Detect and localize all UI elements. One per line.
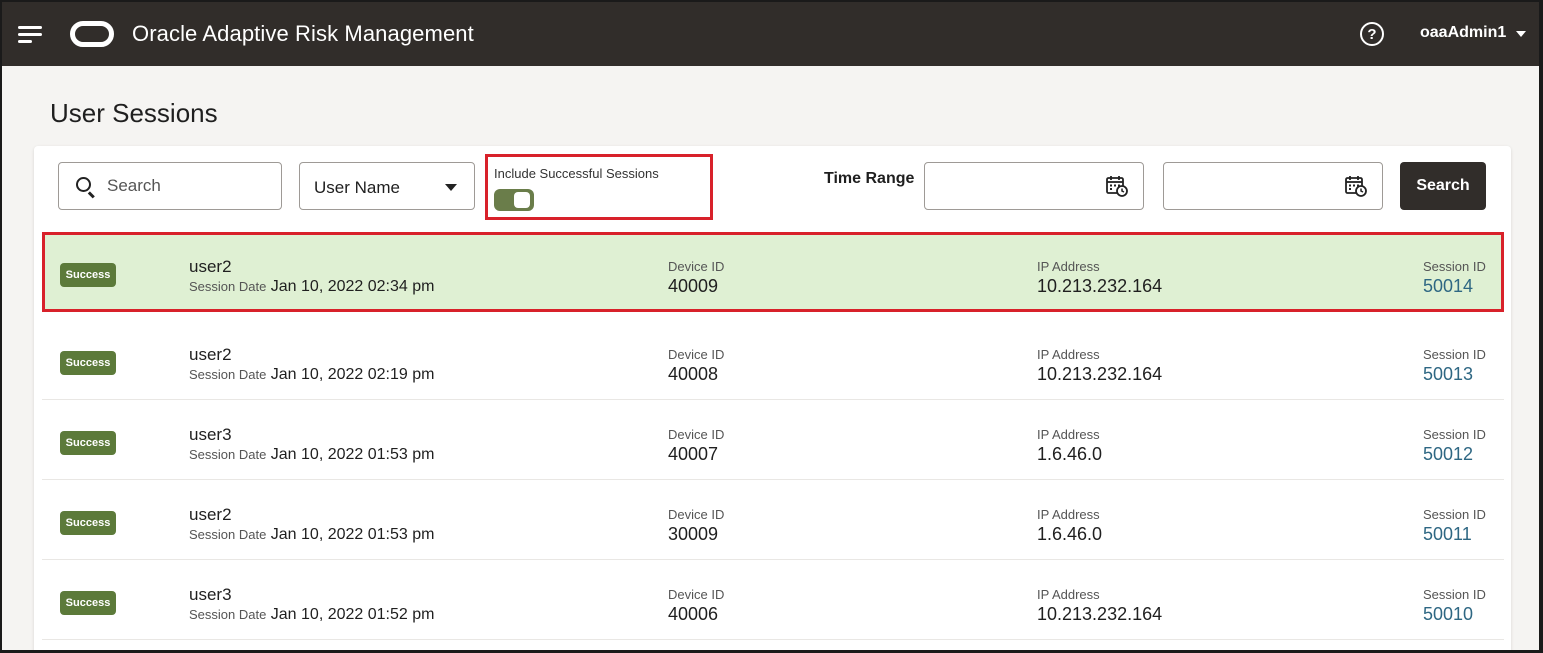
toggle-knob bbox=[514, 192, 530, 208]
status-badge: Success bbox=[60, 263, 116, 287]
ip-address-label: IP Address bbox=[1037, 427, 1100, 442]
ip-address-value: 1.6.46.0 bbox=[1037, 444, 1103, 464]
field-select-value: User Name bbox=[314, 178, 400, 197]
session-date: Session Date Jan 10, 2022 01:52 pm bbox=[189, 606, 434, 624]
user-name: user3 bbox=[189, 425, 232, 444]
toggle-label: Include Successful Sessions bbox=[494, 166, 659, 181]
session-date-value: Jan 10, 2022 02:19 pm bbox=[270, 366, 435, 383]
session-id-link[interactable]: 50014 bbox=[1423, 276, 1473, 297]
calendar-icon[interactable] bbox=[1105, 174, 1129, 198]
search-input[interactable] bbox=[107, 173, 267, 199]
session-date-value: Jan 10, 2022 02:34 pm bbox=[270, 278, 435, 295]
top-bar: Oracle Adaptive Risk Management ? oaaAdm… bbox=[2, 2, 1539, 66]
include-successful-toggle-group: Include Successful Sessions bbox=[485, 154, 713, 220]
time-range-label: Time Range bbox=[824, 170, 915, 187]
session-id-link[interactable]: 50011 bbox=[1423, 524, 1472, 545]
session-id-link[interactable]: 50012 bbox=[1423, 444, 1473, 465]
ip-address-label: IP Address bbox=[1037, 587, 1100, 602]
app-frame: Oracle Adaptive Risk Management ? oaaAdm… bbox=[2, 2, 1539, 650]
ip-address-value: 10.213.232.164 bbox=[1037, 604, 1163, 624]
user-name: user3 bbox=[189, 585, 232, 604]
session-date-label: Session Date bbox=[189, 367, 267, 382]
ip-address-value: 10.213.232.164 bbox=[1037, 276, 1163, 296]
device-id-label: Device ID bbox=[668, 587, 725, 602]
user-name: user2 bbox=[189, 505, 232, 524]
session-date-value: Jan 10, 2022 01:52 pm bbox=[270, 606, 435, 623]
session-date: Session Date Jan 10, 2022 02:19 pm bbox=[189, 366, 434, 384]
session-date-label: Session Date bbox=[189, 607, 267, 622]
user-name: user2 bbox=[189, 345, 232, 364]
session-row[interactable]: Success user3 Session Date Jan 10, 2022 … bbox=[42, 400, 1504, 480]
help-icon[interactable]: ? bbox=[1360, 22, 1384, 46]
session-row[interactable]: Success user2 Session Date Jan 10, 2022 … bbox=[42, 320, 1504, 400]
session-date-label: Session Date bbox=[189, 447, 267, 462]
app-title: Oracle Adaptive Risk Management bbox=[132, 21, 474, 46]
session-row[interactable]: Success user2 Session Date Jan 10, 2022 … bbox=[42, 232, 1504, 312]
user-menu[interactable]: oaaAdmin1 bbox=[1420, 24, 1506, 42]
dropdown-arrow-icon bbox=[445, 184, 457, 191]
from-date-input[interactable] bbox=[924, 162, 1144, 210]
ip-address-label: IP Address bbox=[1037, 347, 1100, 362]
session-id-label: Session ID bbox=[1423, 587, 1486, 602]
calendar-icon[interactable] bbox=[1344, 174, 1368, 198]
ip-address-label: IP Address bbox=[1037, 259, 1100, 274]
device-id-label: Device ID bbox=[668, 507, 725, 522]
device-id-value: 40007 bbox=[668, 444, 719, 464]
hamburger-menu-icon[interactable] bbox=[18, 24, 44, 44]
search-field[interactable] bbox=[58, 162, 282, 210]
status-badge: Success bbox=[60, 431, 116, 455]
status-badge: Success bbox=[60, 511, 116, 535]
session-date: Session Date Jan 10, 2022 01:53 pm bbox=[189, 446, 434, 464]
search-icon bbox=[76, 177, 91, 192]
device-id-label: Device ID bbox=[668, 347, 725, 362]
status-badge: Success bbox=[60, 351, 116, 375]
device-id-value: 40008 bbox=[668, 364, 719, 384]
status-badge: Success bbox=[60, 591, 116, 615]
session-date-value: Jan 10, 2022 01:53 pm bbox=[270, 526, 435, 543]
ip-address-value: 10.213.232.164 bbox=[1037, 364, 1163, 384]
session-id-link[interactable]: 50010 bbox=[1423, 604, 1473, 625]
oracle-logo bbox=[70, 21, 114, 47]
page-title: User Sessions bbox=[50, 98, 218, 128]
session-date-label: Session Date bbox=[189, 527, 267, 542]
session-date-label: Session Date bbox=[189, 279, 267, 294]
session-id-label: Session ID bbox=[1423, 347, 1486, 362]
device-id-value: 40006 bbox=[668, 604, 719, 624]
include-successful-toggle[interactable] bbox=[494, 189, 534, 211]
session-row[interactable]: Success user2 Session Date Jan 10, 2022 … bbox=[42, 480, 1504, 560]
session-id-link[interactable]: 50013 bbox=[1423, 364, 1473, 385]
device-id-label: Device ID bbox=[668, 259, 725, 274]
session-id-label: Session ID bbox=[1423, 259, 1486, 274]
search-button[interactable]: Search bbox=[1400, 162, 1486, 210]
session-date: Session Date Jan 10, 2022 02:34 pm bbox=[189, 278, 434, 296]
session-date-value: Jan 10, 2022 01:53 pm bbox=[270, 446, 435, 463]
ip-address-label: IP Address bbox=[1037, 507, 1100, 522]
session-id-label: Session ID bbox=[1423, 507, 1486, 522]
field-select[interactable]: User Name bbox=[299, 162, 475, 210]
device-id-label: Device ID bbox=[668, 427, 725, 442]
session-date: Session Date Jan 10, 2022 01:53 pm bbox=[189, 526, 434, 544]
to-date-input[interactable] bbox=[1163, 162, 1383, 210]
device-id-value: 30009 bbox=[668, 524, 719, 544]
session-row[interactable]: Success user3 Session Date Jan 10, 2022 … bbox=[42, 560, 1504, 640]
ip-address-value: 1.6.46.0 bbox=[1037, 524, 1103, 544]
device-id-value: 40009 bbox=[668, 276, 719, 296]
caret-down-icon[interactable] bbox=[1516, 31, 1526, 37]
user-name: user2 bbox=[189, 257, 232, 276]
session-id-label: Session ID bbox=[1423, 427, 1486, 442]
